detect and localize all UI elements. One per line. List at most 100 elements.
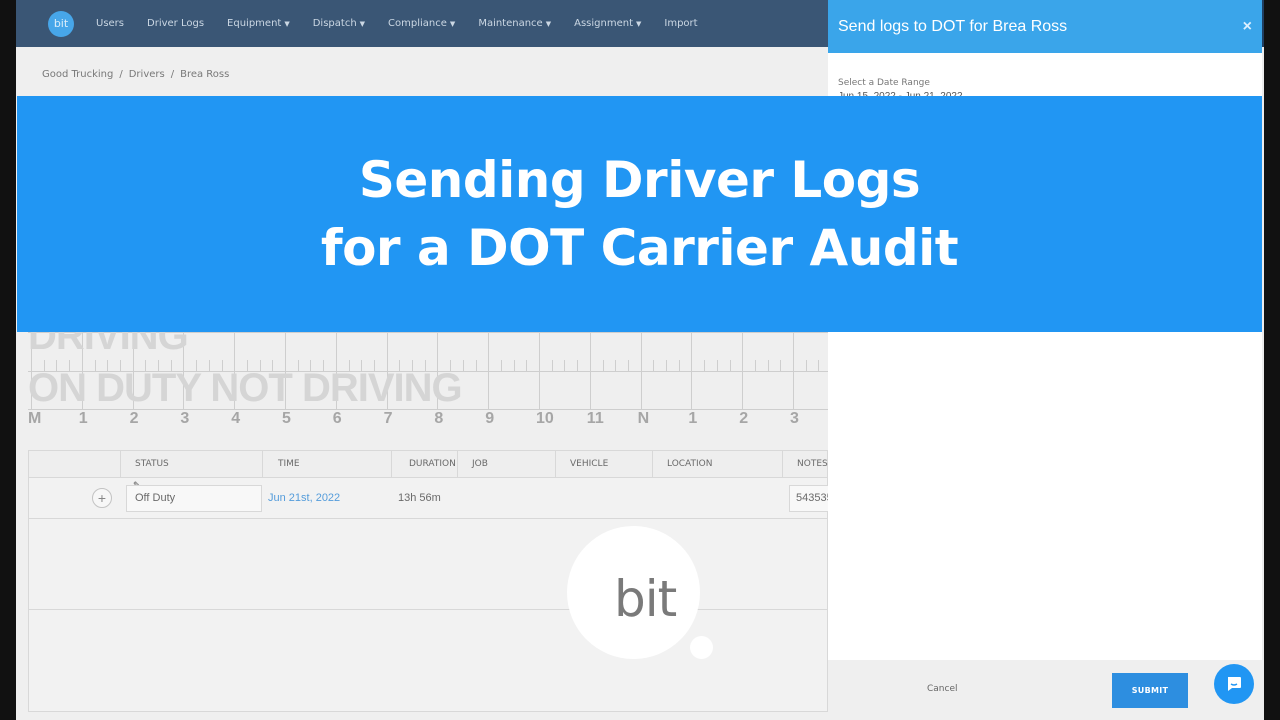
breadcrumb-drivers[interactable]: Drivers <box>129 69 165 80</box>
caret-down-icon: ▼ <box>359 20 366 28</box>
grid-vline <box>589 332 591 410</box>
table-row: + ✎ Off Duty Jun 21st, 2022 13h 56m 5435… <box>29 479 849 519</box>
nav-driver-logs[interactable]: Driver Logs <box>147 18 204 29</box>
grid-vline <box>551 360 553 372</box>
grid-vline <box>691 332 693 410</box>
th-duration[interactable]: DURATION <box>409 459 456 469</box>
grid-vline <box>729 360 731 372</box>
column-divider <box>391 451 392 478</box>
th-job[interactable]: JOB <box>472 459 488 469</box>
grid-vline <box>653 360 655 372</box>
hour-label: 8 <box>434 410 444 427</box>
breadcrumb-company[interactable]: Good Trucking <box>42 69 113 80</box>
grid-vline <box>539 332 540 410</box>
grid-vline <box>488 332 490 410</box>
grid-vline <box>577 360 579 372</box>
panel-footer: Cancel SUBMIT <box>828 660 1262 720</box>
th-status[interactable]: STATUS <box>135 459 169 469</box>
grid-vline <box>666 360 667 372</box>
hour-label: 6 <box>332 410 342 427</box>
submit-button[interactable]: SUBMIT <box>1112 673 1188 708</box>
breadcrumb-separator: / <box>119 69 123 80</box>
breadcrumb-driver: Brea Ross <box>180 69 230 80</box>
hour-label: N <box>637 410 650 427</box>
nav-users[interactable]: Users <box>96 18 124 29</box>
event-duration: 13h 56m <box>398 492 441 504</box>
banner-title-line-2: for a DOT Carrier Audit <box>320 219 959 277</box>
nav-dispatch[interactable]: Dispatch ▼ <box>313 18 365 29</box>
breadcrumb-separator: / <box>170 69 175 80</box>
grid-row-on-duty: ON DUTY NOT DRIVING <box>28 366 463 410</box>
nav-assignment[interactable]: Assignment ▼ <box>574 18 641 29</box>
th-time[interactable]: TIME <box>278 459 300 469</box>
nav-import[interactable]: Import <box>664 18 697 29</box>
add-event-button[interactable]: + <box>92 488 112 508</box>
grid-vline <box>462 360 464 372</box>
chat-button[interactable] <box>1214 664 1254 704</box>
caret-down-icon: ▼ <box>545 20 552 28</box>
hour-label: 2 <box>129 410 139 427</box>
log-table: STATUS TIME DURATION JOB VEHICLE LOCATIO… <box>28 450 849 712</box>
nav-compliance-label: Compliance <box>388 18 447 29</box>
hour-label: M <box>28 410 42 427</box>
panel-title: Send logs to DOT for Brea Ross <box>838 17 1068 35</box>
close-icon[interactable]: × <box>1243 18 1252 36</box>
nav-import-label: Import <box>664 18 698 29</box>
grid-vline <box>716 360 718 372</box>
event-time-link[interactable]: Jun 21st, 2022 <box>268 492 340 504</box>
nav-equipment[interactable]: Equipment ▼ <box>227 18 290 29</box>
hour-label: 3 <box>790 410 799 427</box>
nav-users-label: Users <box>96 18 125 29</box>
grid-hour-labels: M 1 2 3 4 5 6 7 8 9 10 11 N 1 2 3 <box>28 410 828 432</box>
nav-assignment-label: Assignment <box>574 18 633 29</box>
grid-vline <box>767 360 769 372</box>
bit-logo-text: bit <box>614 570 677 628</box>
breadcrumb: Good Trucking / Drivers / Brea Ross <box>42 69 229 80</box>
nav-dispatch-label: Dispatch <box>312 18 357 29</box>
chat-bubble-icon <box>1228 677 1241 691</box>
banner-title-line-1: Sending Driver Logs <box>358 151 921 209</box>
status-select[interactable]: Off Duty <box>126 485 262 512</box>
column-divider <box>457 451 458 478</box>
grid-vline <box>564 360 566 372</box>
hour-label: 5 <box>282 410 291 427</box>
th-vehicle[interactable]: VEHICLE <box>570 459 608 469</box>
nav-compliance[interactable]: Compliance ▼ <box>388 18 455 29</box>
caret-down-icon: ▼ <box>636 20 642 28</box>
grid-vline <box>475 360 477 372</box>
hour-label: 9 <box>485 410 495 427</box>
grid-vline <box>793 332 794 410</box>
cancel-button[interactable]: Cancel <box>927 684 958 694</box>
column-divider <box>782 451 783 478</box>
th-notes[interactable]: NOTES <box>797 459 828 469</box>
grid-vline <box>627 360 629 372</box>
grid-vline <box>818 360 820 372</box>
hour-label: 7 <box>383 410 393 427</box>
grid-vline <box>615 360 617 372</box>
column-divider <box>555 451 556 478</box>
hour-label: 3 <box>180 410 190 427</box>
grid-vline <box>678 360 680 372</box>
column-divider <box>652 451 653 478</box>
nav-maintenance[interactable]: Maintenance ▼ <box>478 18 551 29</box>
hour-label: 2 <box>739 410 749 427</box>
nav-driver-logs-label: Driver Logs <box>147 18 205 29</box>
hour-label: 1 <box>688 410 698 427</box>
nav-equipment-label: Equipment <box>227 18 282 29</box>
table-header: STATUS TIME DURATION JOB VEHICLE LOCATIO… <box>29 451 828 478</box>
bit-logo: bit <box>567 526 700 659</box>
title-banner: Sending Driver Logs for a DOT Carrier Au… <box>17 96 1262 332</box>
grid-vline <box>805 360 807 372</box>
grid-vline <box>602 360 604 372</box>
caret-down-icon: ▼ <box>284 20 290 28</box>
hour-label: 4 <box>231 410 241 427</box>
column-divider <box>120 451 121 478</box>
grid-vline <box>640 332 642 410</box>
grid-row-driving: DRIVING <box>28 332 189 358</box>
grid-vline <box>704 360 706 372</box>
app-logo[interactable]: bit <box>48 10 74 37</box>
grid-vline <box>500 360 502 372</box>
th-location[interactable]: LOCATION <box>667 459 713 469</box>
grid-vline <box>754 360 756 372</box>
grid-vline <box>526 360 528 372</box>
